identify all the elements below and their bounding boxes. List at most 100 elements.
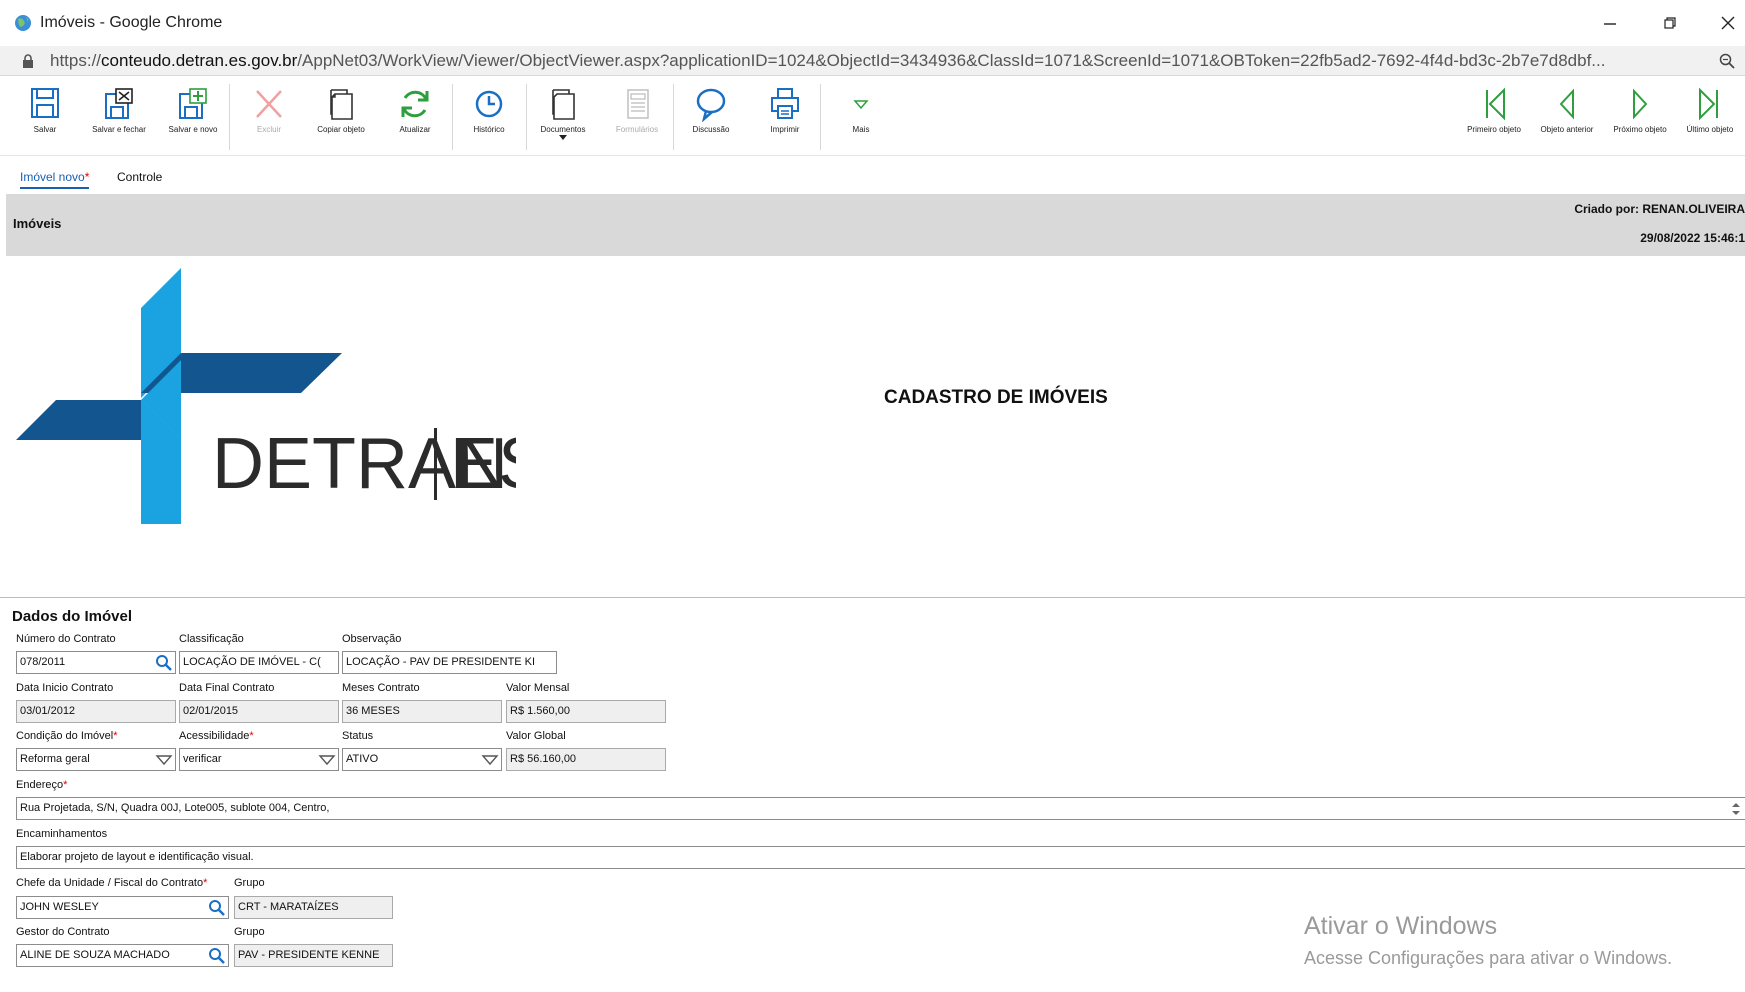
delete-button[interactable]: Excluir [234, 86, 304, 144]
more-button[interactable]: Mais [826, 86, 896, 144]
data-inicio-value: 03/01/2012 [20, 705, 76, 717]
valor-global-field: R$ 56.160,00 [506, 748, 666, 771]
minimize-button[interactable] [1582, 0, 1638, 46]
encaminhamentos-field[interactable]: Elaborar projeto de layout e identificaç… [16, 846, 1745, 869]
page-title: CADASTRO DE IMÓVEIS [884, 387, 1108, 408]
search-icon[interactable] [155, 654, 173, 671]
refresh-label: Atualizar [399, 125, 431, 134]
address-bar[interactable]: https://conteudo.detran.es.gov.br/AppNet… [0, 46, 1745, 76]
copy-label: Copiar objeto [317, 125, 365, 134]
required-mark: * [84, 170, 90, 184]
next-object-button[interactable]: Próximo objeto [1605, 86, 1675, 144]
numero-contrato-value: 078/2011 [20, 656, 66, 668]
meses-label: Meses Contrato [342, 682, 420, 694]
lock-icon [23, 53, 33, 68]
first-arrow-icon [1486, 87, 1505, 121]
condicao-value: Reforma geral [20, 753, 90, 765]
history-button[interactable]: Histórico [454, 86, 524, 144]
url-text[interactable]: https://conteudo.detran.es.gov.br/AppNet… [50, 51, 1710, 71]
windows-activation-subtitle: Acesse Configurações para ativar o Windo… [1304, 948, 1673, 968]
previous-object-button[interactable]: Objeto anterior [1532, 86, 1602, 144]
tab-controle-label: Controle [117, 170, 163, 184]
chefe-field[interactable]: JOHN WESLEY [16, 896, 229, 919]
documents-label: Documentos [540, 125, 586, 134]
search-icon[interactable] [208, 899, 226, 916]
acessibilidade-value: verificar [183, 753, 222, 765]
window-title: Imóveis - Google Chrome [40, 14, 223, 31]
save-new-label: Salvar e novo [168, 125, 218, 134]
tab-controle[interactable]: Controle [117, 170, 162, 184]
gestor-value: ALINE DE SOUZA MACHADO [20, 949, 170, 961]
valor-global-value: R$ 56.160,00 [510, 753, 577, 765]
delete-label: Excluir [256, 125, 281, 134]
more-label: Mais [852, 125, 870, 134]
tab-imovel-novo[interactable]: Imóvel novo* [20, 170, 90, 189]
documents-button[interactable]: Documentos [528, 86, 598, 144]
grupo2-field: PAV - PRESIDENTE KENNE [234, 944, 393, 967]
last-object-button[interactable]: Último objeto [1675, 86, 1745, 144]
data-inicio-label: Data Inicio Contrato [16, 682, 114, 694]
history-label: Histórico [473, 125, 505, 134]
forms-button[interactable]: Formulários [602, 86, 672, 144]
detran-es-logo: DETRAN ES [16, 268, 516, 524]
refresh-button[interactable]: Atualizar [380, 86, 450, 144]
search-icon[interactable] [208, 947, 226, 964]
grupo1-label: Grupo [234, 877, 265, 889]
windows-activation-title: Ativar o Windows [1304, 912, 1498, 940]
print-label: Imprimir [770, 125, 800, 134]
close-icon [1721, 16, 1735, 30]
grupo2-value: PAV - PRESIDENTE KENNE [238, 949, 380, 961]
divider [0, 597, 1745, 598]
discussion-label: Discussão [692, 125, 730, 134]
valor-global-label: Valor Global [506, 730, 566, 742]
toolbar: Salvar Salvar e fechar Salvar e novo Exc… [0, 78, 1745, 156]
status-label: Status [342, 730, 374, 742]
print-button[interactable]: Imprimir [750, 86, 820, 144]
save-new-button[interactable]: Salvar e novo [158, 86, 228, 144]
restore-button[interactable] [1642, 0, 1698, 46]
logo-word-es: ES [450, 424, 516, 504]
dropdown-triangle-icon[interactable] [318, 751, 336, 768]
previous-object-label: Objeto anterior [1540, 125, 1594, 134]
gestor-field[interactable]: ALINE DE SOUZA MACHADO [16, 944, 229, 967]
condicao-label: Condição do Imóvel* [16, 730, 118, 742]
numero-contrato-field[interactable]: 078/2011 [16, 651, 176, 674]
observacao-field[interactable]: LOCAÇÃO - PAV DE PRESIDENTE KI [342, 651, 557, 674]
previous-arrow-icon [1559, 88, 1574, 120]
classificacao-field[interactable]: LOCAÇÃO DE IMÓVEL - C( [179, 651, 339, 674]
spinner-arrows-icon[interactable] [1730, 801, 1742, 817]
zoom-icon[interactable] [1719, 53, 1735, 69]
discussion-button[interactable]: Discussão [676, 86, 746, 144]
close-window-button[interactable] [1700, 0, 1745, 46]
data-final-label: Data Final Contrato [179, 682, 275, 694]
status-select[interactable]: ATIVO [342, 748, 502, 771]
encaminhamentos-value: Elaborar projeto de layout e identificaç… [20, 851, 254, 863]
delete-x-icon [256, 90, 282, 118]
dropdown-triangle-icon[interactable] [481, 751, 499, 768]
acessibilidade-select[interactable]: verificar [179, 748, 339, 771]
next-arrow-icon [1633, 88, 1648, 120]
copy-object-button[interactable]: Copiar objeto [306, 86, 376, 144]
created-date: 29/08/2022 15:46:1 [1640, 231, 1745, 245]
toolbar-separator [673, 84, 674, 150]
save-close-icon [105, 88, 133, 119]
encaminhamentos-label: Encaminhamentos [16, 828, 108, 840]
save-close-label: Salvar e fechar [92, 125, 146, 134]
endereco-field[interactable]: Rua Projetada, S/N, Quadra 00J, Lote005,… [16, 797, 1745, 820]
meses-value: 36 MESES [346, 705, 400, 717]
chefe-value: JOHN WESLEY [20, 901, 99, 913]
condicao-select[interactable]: Reforma geral [16, 748, 176, 771]
last-object-label: Último objeto [1686, 125, 1734, 134]
save-button[interactable]: Salvar [10, 86, 80, 144]
dropdown-triangle-icon[interactable] [155, 751, 173, 768]
grupo1-field: CRT - MARATAÍZES [234, 896, 393, 919]
chevron-down-icon [853, 100, 869, 110]
refresh-icon [401, 90, 429, 118]
dropdown-arrow-icon [559, 135, 567, 140]
last-arrow-icon [1699, 87, 1718, 121]
save-close-button[interactable]: Salvar e fechar [84, 86, 154, 144]
valor-mensal-label: Valor Mensal [506, 682, 570, 694]
first-object-button[interactable]: Primeiro objeto [1459, 86, 1529, 144]
endereco-label: Endereço* [16, 779, 68, 791]
data-final-value: 02/01/2015 [183, 705, 239, 717]
